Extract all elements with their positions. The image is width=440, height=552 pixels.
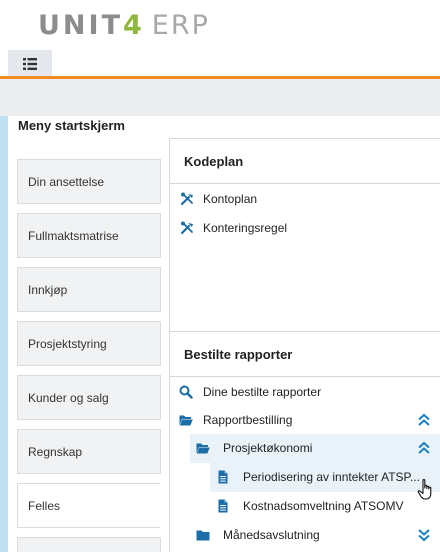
- kodeplan-divider: [170, 183, 440, 184]
- folder-icon: [196, 530, 210, 541]
- kodeplan-title: Kodeplan: [184, 153, 244, 169]
- tools-icon: [180, 221, 193, 235]
- report-item-search[interactable]: Dine bestilte rapporter: [170, 378, 440, 407]
- report-folder-rapportbestilling[interactable]: Rapportbestilling: [170, 406, 440, 435]
- report-item-label: Dine bestilte rapporter: [203, 385, 322, 399]
- chevron-up-icon[interactable]: [417, 413, 431, 427]
- kodeplan-item-label: Konteringsregel: [203, 221, 288, 235]
- toolbar-area: [0, 79, 440, 116]
- nav-item-prosjektstyring[interactable]: Prosjektstyring: [17, 321, 161, 366]
- page-title: Meny startskjerm: [18, 118, 125, 133]
- report-item-periodisering[interactable]: Periodisering av inntekter ATSP...: [210, 463, 440, 492]
- report-item-label: Kostnadsomveltning ATSOMV: [243, 499, 404, 513]
- report-folder-label: Prosjektøkonomi: [223, 441, 313, 455]
- nav-item-din-ansettelse[interactable]: Din ansettelse: [17, 159, 161, 204]
- kodeplan-item-kontoplan[interactable]: Kontoplan: [170, 185, 440, 214]
- nav-item-felles[interactable]: Felles: [17, 483, 161, 528]
- report-item-kostnadsomveltning[interactable]: Kostnadsomveltning ATSOMV: [210, 492, 440, 521]
- reports-divider: [170, 376, 440, 377]
- chevron-down-icon[interactable]: [417, 528, 431, 542]
- logo-unit: UNIT: [38, 10, 123, 41]
- report-folder-label: Månedsavslutning: [223, 528, 320, 542]
- logo-four: 4: [122, 10, 144, 41]
- nav-item-regnskap[interactable]: Regnskap: [17, 429, 161, 474]
- folder-open-icon: [179, 415, 193, 426]
- kodeplan-item-label: Kontoplan: [203, 192, 258, 206]
- hand-cursor-icon: [417, 479, 432, 500]
- report-folder-prosjektokonomi[interactable]: Prosjektøkonomi: [190, 434, 440, 463]
- report-item-label: Periodisering av inntekter ATSP...: [243, 470, 420, 484]
- tools-icon: [180, 192, 193, 206]
- left-accent-strip: [0, 116, 8, 552]
- unit4-logo: UNIT4 ERP: [38, 10, 210, 41]
- chevron-up-icon[interactable]: [417, 441, 431, 455]
- menu-content-panel: Kodeplan Kontoplan Konteringsregel Besti…: [169, 138, 440, 552]
- folder-open-icon: [196, 443, 210, 454]
- document-icon: [218, 470, 228, 484]
- kodeplan-item-konteringsregel[interactable]: Konteringsregel: [170, 214, 440, 243]
- nav-item-more[interactable]: [17, 537, 161, 552]
- report-folder-label: Rapportbestilling: [203, 413, 293, 427]
- document-icon: [218, 499, 228, 513]
- nav-item-kunder-og-salg[interactable]: Kunder og salg: [17, 375, 161, 420]
- main-menu-button[interactable]: [8, 50, 52, 77]
- nav-item-fullmaktsmatrise[interactable]: Fullmaktsmatrise: [17, 213, 161, 258]
- logo-erp: ERP: [151, 10, 210, 41]
- list-icon: [23, 57, 37, 70]
- report-folder-manedsavslutning[interactable]: Månedsavslutning: [190, 521, 440, 550]
- nav-item-innkjop[interactable]: Innkjøp: [17, 267, 161, 312]
- search-icon: [179, 385, 193, 399]
- reports-title: Bestilte rapporter: [184, 346, 293, 362]
